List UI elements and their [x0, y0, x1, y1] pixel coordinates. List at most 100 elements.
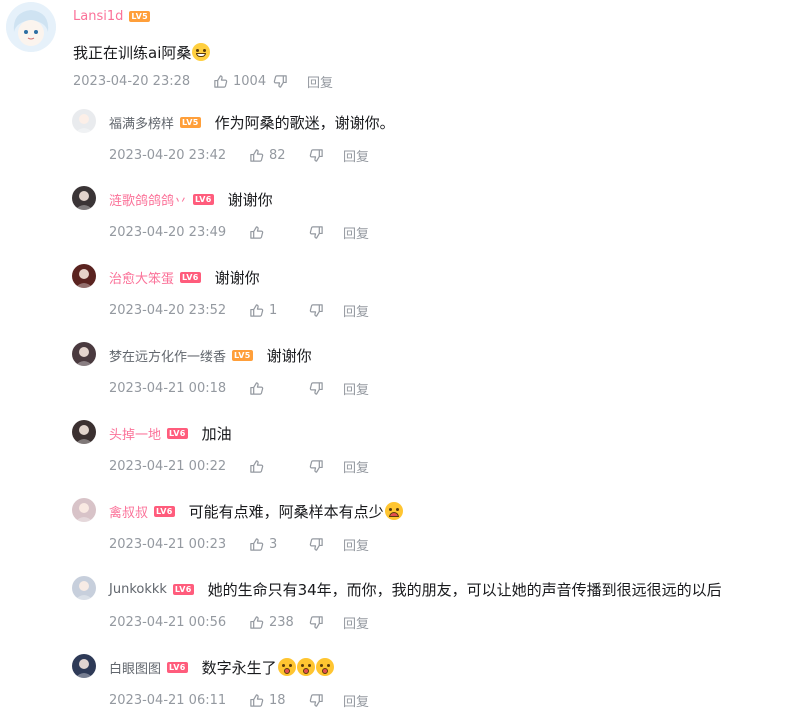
avatar[interactable] — [72, 654, 96, 678]
dislike-button[interactable] — [309, 693, 343, 708]
reply-button[interactable]: 回复 — [343, 457, 369, 476]
level-badge: LV5 — [129, 11, 151, 22]
reply-username[interactable]: Junkokkk — [109, 582, 167, 597]
dislike-button[interactable] — [309, 615, 343, 630]
username-text[interactable]: Lansi1d — [73, 9, 123, 24]
reply-text-content: 谢谢你 — [266, 347, 312, 365]
reply-username[interactable]: 福满多榜样 — [109, 113, 174, 132]
like-button[interactable]: 82 — [249, 148, 309, 163]
dislike-button[interactable] — [273, 74, 307, 89]
reply-username[interactable]: 涟歌鸽鸽鸽丷 — [109, 190, 187, 209]
like-button[interactable]: 1004 — [213, 74, 273, 89]
level-badge: LV5 — [232, 350, 253, 361]
thumbs-down-icon — [309, 225, 324, 240]
reply-item: Junkokkk LV6 她的生命只有34年，而你，我的朋友，可以让她的声音传播到… — [72, 576, 800, 654]
like-button[interactable]: 18 — [249, 693, 309, 708]
thumbs-down-icon — [309, 303, 324, 318]
like-button[interactable] — [249, 225, 309, 240]
like-button[interactable] — [249, 459, 309, 474]
thumbs-down-icon — [273, 74, 288, 89]
reply-text: 谢谢你 — [215, 267, 260, 288]
reply-text-content: 加油 — [201, 425, 232, 443]
avatar[interactable] — [72, 342, 96, 366]
thumbs-down-icon — [309, 693, 324, 708]
reply-button[interactable]: 回复 — [343, 613, 369, 632]
dislike-button[interactable] — [309, 459, 343, 474]
like-count: 82 — [269, 148, 286, 163]
level-badge: LV6 — [167, 428, 188, 439]
avatar[interactable] — [72, 264, 96, 288]
main-comment: Lansi1d LV5 我正在训练ai阿桑 2023-04-20 23:28 10… — [0, 0, 800, 100]
grin-emoji-icon — [192, 43, 211, 61]
thumbs-up-icon — [249, 381, 264, 396]
dislike-button[interactable] — [309, 537, 343, 552]
avatar[interactable] — [72, 186, 96, 210]
thumbs-down-icon — [309, 148, 324, 163]
reply-text: 她的生命只有34年，而你，我的朋友，可以让她的声音传播到很远很远的以后 — [208, 579, 722, 600]
reply-button[interactable]: 回复 — [343, 223, 369, 242]
level-badge: LV6 — [167, 662, 188, 673]
dislike-button[interactable] — [309, 148, 343, 163]
like-button[interactable]: 1 — [249, 303, 309, 318]
dislike-button[interactable] — [309, 381, 343, 396]
reply-username[interactable]: 头掉一地 — [109, 424, 161, 443]
shock-emoji-icon — [315, 658, 334, 676]
avatar[interactable] — [72, 109, 96, 133]
level-badge: LV6 — [193, 194, 214, 205]
level-badge: LV6 — [154, 506, 175, 517]
reply-meta: 2023-04-20 23:42 82 回复 — [109, 146, 369, 165]
reply-text-content: 谢谢你 — [214, 269, 260, 287]
timestamp: 2023-04-20 23:28 — [73, 74, 191, 89]
like-count: 1004 — [233, 74, 267, 89]
reply-button[interactable]: 回复 — [307, 72, 333, 91]
level-badge: LV6 — [180, 272, 201, 283]
avatar[interactable] — [6, 2, 56, 52]
dislike-button[interactable] — [309, 303, 343, 318]
reply-button[interactable]: 回复 — [343, 301, 369, 320]
avatar[interactable] — [72, 420, 96, 444]
reply-button[interactable]: 回复 — [343, 379, 369, 398]
avatar[interactable] — [72, 498, 96, 522]
reply-username[interactable]: 白眼图图 — [109, 658, 161, 677]
reply-text: 可能有点难，阿桑样本有点少 — [189, 501, 403, 522]
comment-text: 我正在训练ai阿桑 — [73, 42, 211, 63]
level-badge: LV5 — [180, 117, 201, 128]
reply-meta: 2023-04-21 00:56 238 回复 — [109, 613, 369, 632]
reply-item: 禽叔叔 LV6 可能有点难，阿桑样本有点少 2023-04-21 00:23 3 … — [72, 498, 800, 576]
reply-text-content: 数字永生了 — [201, 659, 277, 677]
timestamp: 2023-04-21 00:22 — [109, 459, 227, 474]
reply-meta: 2023-04-20 23:49 回复 — [109, 223, 369, 242]
like-count: 3 — [269, 537, 278, 552]
like-button[interactable]: 238 — [249, 615, 309, 630]
thumbs-up-icon — [249, 615, 264, 630]
reply-button[interactable]: 回复 — [343, 535, 369, 554]
reply-item: 福满多榜样 LV5 作为阿桑的歌迷，谢谢你。 2023-04-20 23:42 8… — [72, 109, 800, 187]
reply-username[interactable]: 治愈大笨蛋 — [109, 268, 174, 287]
shock-emoji-icon — [277, 658, 296, 676]
comment-text-content: 我正在训练ai阿桑 — [73, 44, 192, 62]
like-button[interactable]: 3 — [249, 537, 309, 552]
reply-username[interactable]: 禽叔叔 — [109, 502, 148, 521]
timestamp: 2023-04-20 23:42 — [109, 148, 227, 163]
reply-text-content: 可能有点难，阿桑样本有点少 — [188, 503, 384, 521]
level-badge: LV6 — [172, 584, 194, 595]
thumbs-up-icon — [249, 459, 264, 474]
thumbs-up-icon — [249, 148, 264, 163]
avatar[interactable] — [72, 576, 96, 600]
thumbs-up-icon — [249, 693, 264, 708]
thumbs-up-icon — [213, 74, 228, 89]
like-button[interactable] — [249, 381, 309, 396]
reply-button[interactable]: 回复 — [343, 146, 369, 165]
comment-username[interactable]: Lansi1d LV5 — [73, 9, 151, 24]
thumbs-down-icon — [309, 381, 324, 396]
like-count: 1 — [269, 303, 278, 318]
timestamp: 2023-04-20 23:49 — [109, 225, 227, 240]
thumbs-up-icon — [249, 225, 264, 240]
dislike-button[interactable] — [309, 225, 343, 240]
shock-emoji-icon — [296, 658, 315, 676]
reply-username[interactable]: 梦在远方化作一缕香 — [109, 346, 226, 365]
reply-text: 作为阿桑的歌迷，谢谢你。 — [215, 112, 395, 133]
reply-button[interactable]: 回复 — [343, 691, 369, 710]
reply-text: 谢谢你 — [267, 345, 312, 366]
thumbs-down-icon — [309, 615, 324, 630]
